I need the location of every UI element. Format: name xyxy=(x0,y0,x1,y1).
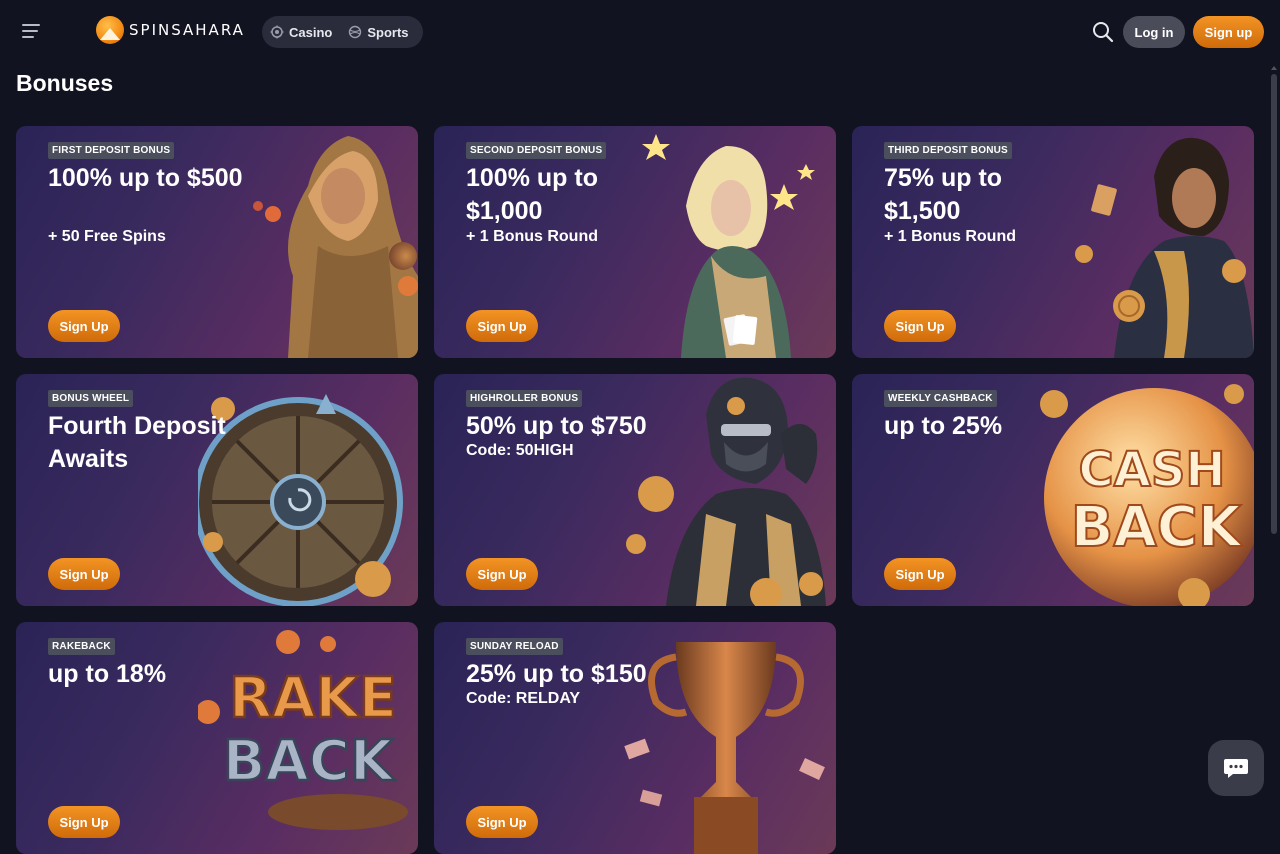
bonus-code: Code: 50HIGH xyxy=(466,442,574,459)
bonus-tag: RAKEBACK xyxy=(48,638,115,655)
bonus-subline: + 1 Bonus Round xyxy=(884,228,1016,245)
sign-up-button[interactable]: Sign Up xyxy=(884,558,956,590)
bonus-wheel-illustration xyxy=(198,394,403,606)
bonus-tag: HIGHROLLER BONUS xyxy=(466,390,583,407)
nav-casino[interactable]: Casino xyxy=(270,25,332,40)
live-chat-button[interactable] xyxy=(1208,740,1264,796)
nav-sports-label: Sports xyxy=(367,24,409,40)
bonus-headline: up to 25% xyxy=(884,412,1003,440)
sign-up-button[interactable]: Sign Up xyxy=(466,558,538,590)
svg-text:CASH: CASH xyxy=(1078,442,1225,498)
scrollbar-thumb[interactable] xyxy=(1271,74,1277,534)
svg-text:BACK: BACK xyxy=(223,729,396,794)
blonde-woman-illustration xyxy=(642,134,815,358)
man-coins-illustration xyxy=(1075,137,1254,358)
bonus-headline: up to 18% xyxy=(48,660,167,688)
bonus-card-weekly-cashback[interactable]: CASH BACK WEEKLY CASHBACK up to 25% Sign… xyxy=(852,374,1254,606)
page-scrollbar[interactable] xyxy=(1271,66,1277,812)
svg-text:BACK: BACK xyxy=(1071,495,1244,560)
search-icon[interactable] xyxy=(1092,21,1114,43)
scroll-up-arrow-icon[interactable] xyxy=(1271,66,1277,70)
bonus-tag: FIRST DEPOSIT BONUS xyxy=(48,142,175,159)
ninja-illustration xyxy=(626,377,826,606)
bonus-tag: SUNDAY RELOAD xyxy=(466,638,563,655)
logo-text: SPINSAHARA xyxy=(129,21,245,39)
casino-chip-icon xyxy=(270,25,284,39)
svg-text:RAKE: RAKE xyxy=(229,666,397,731)
bonus-headline: 75% up to $1,500 xyxy=(884,164,1003,225)
bonus-headline: Fourth Deposit Awaits xyxy=(48,412,226,473)
bonus-code: Code: RELDAY xyxy=(466,690,581,707)
bonus-headline: 25% up to $150 xyxy=(466,660,647,688)
desert-woman-illustration xyxy=(253,136,418,358)
sign-up-button[interactable]: Sign Up xyxy=(48,806,120,838)
product-switcher: Casino Sports xyxy=(262,16,423,48)
bonus-headline: 100% up to $1,000 xyxy=(466,164,598,225)
sign-up-button[interactable]: Sign Up xyxy=(48,310,120,342)
bonus-tag: WEEKLY CASHBACK xyxy=(884,390,997,407)
chat-bubble-icon xyxy=(1224,759,1248,778)
bonus-headline: 100% up to $500 xyxy=(48,164,243,192)
top-header: SPINSAHARA Casino Sports Log in Sign up xyxy=(0,0,1280,64)
trophy-illustration xyxy=(624,642,825,854)
sign-up-button[interactable]: Sign Up xyxy=(466,310,538,342)
sign-up-button[interactable]: Sign Up xyxy=(884,310,956,342)
sports-ball-icon xyxy=(349,25,362,39)
nav-sports[interactable]: Sports xyxy=(348,24,409,40)
cashback-orb-illustration: CASH BACK xyxy=(1040,384,1254,606)
bonus-card-sunday-reload[interactable]: SUNDAY RELOAD 25% up to $150 Code: RELDA… xyxy=(434,622,836,854)
sign-up-button[interactable]: Sign Up xyxy=(466,806,538,838)
nav-casino-label: Casino xyxy=(289,24,333,40)
sign-up-button[interactable]: Sign Up xyxy=(48,558,120,590)
signup-button[interactable]: Sign up xyxy=(1193,16,1264,48)
page-title: Bonuses xyxy=(16,70,114,96)
bonus-tag: THIRD DEPOSIT BONUS xyxy=(884,142,1012,159)
bonus-tag: SECOND DEPOSIT BONUS xyxy=(466,142,607,159)
rakeback-illustration: RAKE BACK xyxy=(198,630,408,830)
bonus-card-highroller[interactable]: HIGHROLLER BONUS 50% up to $750 Code: 50… xyxy=(434,374,836,606)
bonus-headline: 50% up to $750 xyxy=(466,412,647,440)
logo-sun-icon xyxy=(96,16,124,44)
bonus-card-bonus-wheel[interactable]: BONUS WHEEL Fourth Deposit Awaits Sign U… xyxy=(16,374,418,606)
bonus-card-rakeback[interactable]: RAKE BACK RAKEBACK up to 18% Sign Up xyxy=(16,622,418,854)
bonus-card-second-deposit[interactable]: SECOND DEPOSIT BONUS 100% up to $1,000 +… xyxy=(434,126,836,358)
bonus-card-third-deposit[interactable]: THIRD DEPOSIT BONUS 75% up to $1,500 + 1… xyxy=(852,126,1254,358)
bonus-tag: BONUS WHEEL xyxy=(48,390,134,407)
bonus-subline: + 50 Free Spins xyxy=(48,228,166,245)
bonus-subline: + 1 Bonus Round xyxy=(466,228,598,245)
login-button[interactable]: Log in xyxy=(1123,16,1185,48)
site-logo[interactable]: SPINSAHARA xyxy=(96,15,245,45)
hamburger-menu-icon[interactable] xyxy=(22,24,42,40)
bonus-card-first-deposit[interactable]: FIRST DEPOSIT BONUS 100% up to $500 + 50… xyxy=(16,126,418,358)
